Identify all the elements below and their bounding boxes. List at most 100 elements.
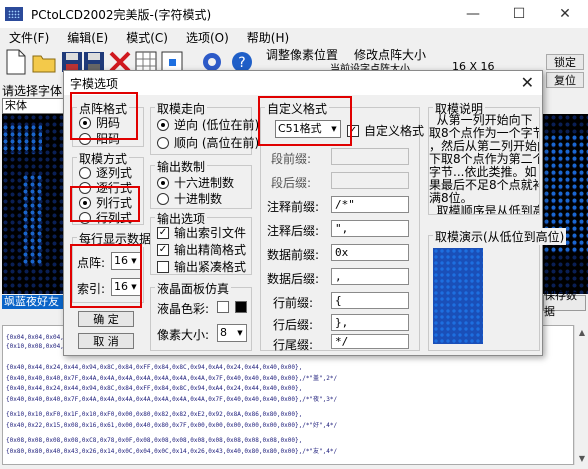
data-suffix-field[interactable]: , <box>331 268 409 285</box>
scroll-up-icon[interactable]: ▲ <box>575 325 588 339</box>
segment-suffix-field[interactable] <box>331 172 409 189</box>
direction-title: 取模走向 <box>155 100 208 117</box>
output-line: {0x80,0x80,0x40,0x43,0x26,0x14,0x0C,0x04… <box>6 448 338 455</box>
dot-matrix-lit <box>2 124 42 154</box>
check-index-file[interactable]: ✓ 输出索引文件 <box>157 224 246 241</box>
combo-value: 8 <box>220 326 227 339</box>
index-per-row-select[interactable]: 16 ▼ <box>111 278 141 296</box>
lcd-sim-group: 液晶面板仿真 液晶色彩: 像素大小: 8 ▼ <box>150 280 252 351</box>
radio-negative-code[interactable]: 阴码 <box>79 114 120 131</box>
row-end-field[interactable]: */ <box>331 334 409 349</box>
row-prefix-field[interactable]: { <box>331 292 409 309</box>
comment-prefix-field[interactable]: /*" <box>331 196 409 213</box>
radio-dot <box>79 196 91 209</box>
new-file-icon[interactable] <box>2 48 30 76</box>
font-options-dialog: 字模选项 ✕ 点阵格式 阴码 阳码 取模方式 逐列式 逐行式 列行式 行列式 每… <box>63 70 567 356</box>
close-button[interactable]: ✕ <box>542 0 588 28</box>
reset-button[interactable]: 复位 <box>546 72 584 88</box>
check-compact-format[interactable]: ✓ 输出精简格式 <box>157 241 246 258</box>
output-scrollbar[interactable]: ▲ ▼ <box>574 325 588 465</box>
dialog-close-icon[interactable]: ✕ <box>521 73 534 92</box>
output-line: {0x10,0x10,0xF0,0x1F,0x10,0xF0,0x00,0x80… <box>6 411 303 418</box>
checkmark-icon: ✓ <box>157 226 169 239</box>
lcd-color-label: 液晶色彩: <box>157 302 210 316</box>
pixel-size-select[interactable]: 8 ▼ <box>217 324 247 342</box>
app-icon <box>5 7 23 21</box>
menu-help[interactable]: 帮助(H) <box>238 29 298 46</box>
menu-file[interactable]: 文件(F) <box>0 29 58 46</box>
menu-mode[interactable]: 模式(C) <box>117 29 177 46</box>
open-folder-icon[interactable] <box>30 48 58 76</box>
per-row-title: 每行显示数据 <box>77 230 154 247</box>
output-line: {0x40,0x22,0x15,0x08,0x16,0x61,0x00,0x40… <box>6 422 338 429</box>
radio-label: 阴码 <box>96 116 121 130</box>
check-tight-format[interactable]: 输出紧凑格式 <box>157 258 246 275</box>
title-bar: PCtoLCD2002完美版-(字符模式) — ☐ ✕ <box>0 0 588 28</box>
combo-value: C51格式 <box>278 122 322 135</box>
lock-button[interactable]: 锁定 <box>546 54 584 70</box>
check-custom-format[interactable]: ✓ 自定义格式 <box>347 122 424 139</box>
row-suffix-field[interactable]: }, <box>331 314 409 331</box>
index-per-row-label: 索引: <box>77 282 106 296</box>
description-text: 从第一列开始向下 取8个点作为一个字节 ，然后从第二列开始向 下取8个点作为第二… <box>429 114 539 214</box>
radio-decimal[interactable]: 十进制数 <box>157 190 222 207</box>
data-prefix-label: 数据前缀: <box>267 248 320 262</box>
lcd-sim-title: 液晶面板仿真 <box>155 280 232 297</box>
preview-text-input[interactable]: 飒蓝夜好友 <box>2 295 64 309</box>
radio-positive-code[interactable]: 阳码 <box>79 130 120 147</box>
dialog-title-bar: 字模选项 <box>64 71 542 95</box>
font-select[interactable]: 宋体 <box>2 98 64 114</box>
lcd-color-white-swatch[interactable] <box>217 301 229 313</box>
chevron-down-icon: ▼ <box>131 257 137 265</box>
svg-text:?: ? <box>238 55 245 71</box>
combo-value: 16 <box>114 280 128 293</box>
radio-label: 逆向 (低位在前) <box>174 118 260 132</box>
lcd-color-black-swatch[interactable] <box>235 301 247 313</box>
radio-forward[interactable]: 顺向 (高位在前) <box>157 134 259 151</box>
menu-bar: 文件(F) 编辑(E) 模式(C) 选项(O) 帮助(H) <box>0 28 588 46</box>
cancel-button[interactable]: 取 消 <box>78 333 134 349</box>
minimize-button[interactable]: — <box>450 0 496 28</box>
window-title: PCtoLCD2002完美版-(字符模式) <box>31 7 212 22</box>
scroll-down-icon[interactable]: ▼ <box>575 451 588 465</box>
menu-options[interactable]: 选项(O) <box>177 29 238 46</box>
row-end-label: 行尾缀: <box>273 338 314 352</box>
chevron-down-icon: ▼ <box>331 125 337 133</box>
output-base-group: 输出数制 十六进制数 十进制数 <box>150 158 252 209</box>
format-select[interactable]: C51格式 ▼ <box>275 120 341 138</box>
segment-prefix-field[interactable] <box>331 148 409 165</box>
check-label: 自定义格式 <box>364 124 425 138</box>
radio-dot <box>79 181 91 194</box>
maximize-button[interactable]: ☐ <box>496 0 542 28</box>
dot-matrix-canvas-left[interactable] <box>2 114 64 294</box>
segment-prefix-label: 段前缀: <box>271 152 312 166</box>
demo-dot-grid <box>433 248 483 344</box>
row-suffix-label: 行后缀: <box>273 318 314 332</box>
data-prefix-field[interactable]: 0x <box>331 244 409 261</box>
save-data-button[interactable]: 保存数据 <box>543 289 586 318</box>
radio-row-column[interactable]: 行列式 <box>79 209 132 226</box>
menu-edit[interactable]: 编辑(E) <box>58 29 117 46</box>
row-prefix-label: 行前缀: <box>273 296 314 310</box>
output-line: {0x40,0x44,0x24,0x44,0x94,0x8C,0x84,0xFF… <box>6 385 303 392</box>
radio-label: 十六进制数 <box>174 176 235 190</box>
radio-reverse[interactable]: 逆向 (低位在前) <box>157 116 259 133</box>
segment-suffix-label: 段后缀: <box>271 176 312 190</box>
radio-label: 顺向 (高位在前) <box>174 136 260 150</box>
dot-matrix-canvas-right[interactable] <box>543 114 588 294</box>
comment-suffix-field[interactable]: ", <box>331 220 409 237</box>
radio-dot <box>157 192 169 205</box>
dialog-title: 字模选项 <box>70 76 119 91</box>
dot-per-row-select[interactable]: 16 ▼ <box>111 252 141 270</box>
checkmark-icon: ✓ <box>157 243 169 256</box>
dot-format-group: 点阵格式 阴码 阳码 <box>72 100 144 147</box>
radio-dot <box>79 116 91 129</box>
pixel-position-label: 调整像素位置 <box>266 48 339 62</box>
radio-dot <box>79 132 91 145</box>
checkbox-empty <box>157 260 169 273</box>
font-select-label: 请选择字体 <box>2 84 63 98</box>
output-base-title: 输出数制 <box>155 158 208 175</box>
ok-button[interactable]: 确 定 <box>78 311 134 327</box>
description-group: 取模说明 从第一列开始向下 取8个点作为一个字节 ，然后从第二列开始向 下取8个… <box>428 100 540 215</box>
radio-hex[interactable]: 十六进制数 <box>157 174 234 191</box>
